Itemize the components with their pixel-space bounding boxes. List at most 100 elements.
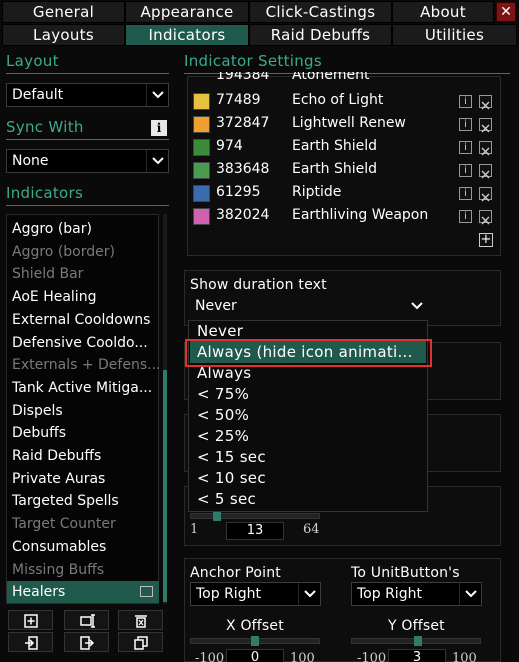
y-offset-label: Y Offset xyxy=(388,618,445,634)
tab-about[interactable]: About xyxy=(392,1,494,23)
rename-icon xyxy=(80,614,95,628)
indicator-item[interactable]: Private Auras xyxy=(7,468,159,490)
layout-divider xyxy=(6,73,169,74)
info-icon[interactable]: i xyxy=(151,120,167,136)
indicators-scroll-thumb[interactable] xyxy=(163,370,167,602)
indicator-item[interactable]: Debuffs xyxy=(7,422,159,444)
delete-indicator-button[interactable] xyxy=(118,610,163,630)
indicator-item[interactable]: Targeted Spells xyxy=(7,490,159,512)
indicators-title: Indicators xyxy=(6,184,84,202)
tab-appearance[interactable]: Appearance xyxy=(125,1,249,23)
x-offset-min: -100 xyxy=(195,651,225,662)
spell-info-icon[interactable]: i xyxy=(459,164,472,177)
spell-id: 382024 xyxy=(216,207,270,223)
menu-option[interactable]: Never xyxy=(197,322,243,340)
import-icon xyxy=(25,636,38,650)
add-spell-button[interactable]: + xyxy=(479,233,493,247)
indicators-list[interactable]: Aggro (bar) Aggro (border) Shield Bar AoE H… xyxy=(6,214,159,604)
import-button[interactable] xyxy=(8,632,53,652)
menu-option[interactable]: < 50% xyxy=(197,406,249,424)
trash-icon xyxy=(135,615,147,628)
duration-value: Never xyxy=(195,298,237,314)
spell-id: 383648 xyxy=(216,161,270,177)
anchor-dropdown[interactable]: Top Right xyxy=(190,582,321,606)
y-offset-max: 100 xyxy=(452,651,477,662)
indicator-item[interactable]: Consumables xyxy=(7,536,159,558)
indicator-item[interactable]: Target Counter xyxy=(7,513,159,535)
indicator-item[interactable]: Raid Debuffs xyxy=(7,445,159,467)
indicator-item[interactable]: Externals + Defens... xyxy=(7,354,159,376)
size-slider[interactable] xyxy=(190,513,320,519)
x-offset-input[interactable]: 0 xyxy=(226,649,284,662)
chevron-down-icon xyxy=(406,295,428,317)
menu-option[interactable]: < 10 sec xyxy=(197,469,266,487)
spell-delete-icon[interactable] xyxy=(479,187,492,202)
indicator-item[interactable]: Dispels xyxy=(7,400,159,422)
size-slider-thumb[interactable] xyxy=(213,511,222,521)
layout-dropdown[interactable]: Default xyxy=(6,83,169,107)
tab-utilities[interactable]: Utilities xyxy=(392,24,517,46)
chevron-down-icon xyxy=(146,150,168,172)
tab-layouts[interactable]: Layouts xyxy=(2,24,125,46)
spell-delete-icon[interactable] xyxy=(479,95,492,110)
tab-indicators[interactable]: Indicators xyxy=(125,24,249,46)
indicator-item[interactable]: AoE Healing xyxy=(7,286,159,308)
annotation-highlight-box xyxy=(185,339,432,367)
spell-info-icon[interactable]: i xyxy=(459,95,472,108)
x-offset-label: X Offset xyxy=(226,618,284,634)
tab-raid-debuffs[interactable]: Raid Debuffs xyxy=(249,24,392,46)
spell-delete-icon[interactable] xyxy=(479,210,492,225)
layout-value: Default xyxy=(12,87,64,103)
sync-dropdown[interactable]: None xyxy=(6,149,169,173)
tab-general[interactable]: General xyxy=(2,1,125,23)
spell-info-icon[interactable]: i xyxy=(459,141,472,154)
indicator-item[interactable]: Aggro (border) xyxy=(7,241,159,263)
indicator-item[interactable]: Tank Active Mitiga... xyxy=(7,377,159,399)
copy-button[interactable] xyxy=(118,632,163,652)
copy-icon xyxy=(134,636,148,650)
y-offset-min: -100 xyxy=(357,651,387,662)
menu-option[interactable]: < 25% xyxy=(197,427,249,445)
spell-id: 77489 xyxy=(216,92,261,108)
spell-name: Lightwell Renew xyxy=(292,115,406,131)
to-unit-label: To UnitButton's xyxy=(351,565,460,581)
spell-id: 61295 xyxy=(216,184,261,200)
indicator-item[interactable]: Missing Buffs xyxy=(7,559,159,581)
spell-delete-icon[interactable] xyxy=(479,118,492,133)
indicator-item[interactable]: Healers xyxy=(7,581,159,604)
spell-icon xyxy=(193,116,210,133)
indicator-item[interactable]: Defensive Cooldo... xyxy=(7,332,159,354)
indicator-item[interactable]: Aggro (bar) xyxy=(7,218,159,240)
y-offset-input[interactable]: 3 xyxy=(388,649,446,662)
close-button[interactable]: ✕ xyxy=(496,2,516,22)
menu-option[interactable]: < 15 sec xyxy=(197,448,266,466)
menu-option[interactable]: < 5 sec xyxy=(197,490,256,508)
duration-label: Show duration text xyxy=(190,277,327,293)
chevron-down-icon xyxy=(146,84,168,106)
export-button[interactable] xyxy=(64,632,109,652)
spell-delete-icon[interactable] xyxy=(479,141,492,156)
spell-name: Earth Shield xyxy=(292,138,378,154)
spell-icon xyxy=(193,93,210,110)
to-unit-dropdown[interactable]: Top Right xyxy=(351,582,482,606)
add-indicator-button[interactable] xyxy=(8,610,53,630)
spell-name: Atonement xyxy=(292,72,370,83)
size-input[interactable]: 13 xyxy=(226,522,284,540)
spell-name: Earth Shield xyxy=(292,161,378,177)
x-offset-max: 100 xyxy=(290,651,315,662)
spell-delete-icon[interactable] xyxy=(479,164,492,179)
duration-dropdown[interactable]: Never xyxy=(190,295,428,319)
menu-option[interactable]: < 75% xyxy=(197,385,249,403)
spell-info-icon[interactable]: i xyxy=(459,187,472,200)
spell-id: 372847 xyxy=(216,115,270,131)
y-offset-thumb[interactable] xyxy=(414,636,422,646)
rename-indicator-button[interactable] xyxy=(64,610,109,630)
spell-info-icon[interactable]: i xyxy=(459,210,472,223)
spell-info-icon[interactable]: i xyxy=(459,118,472,131)
tab-click-castings[interactable]: Click-Castings xyxy=(249,1,392,23)
image-icon xyxy=(140,586,153,598)
indicator-item[interactable]: Shield Bar xyxy=(7,263,159,285)
sync-divider xyxy=(6,139,169,140)
indicator-item[interactable]: External Cooldowns xyxy=(7,309,159,331)
x-offset-thumb[interactable] xyxy=(251,636,259,646)
